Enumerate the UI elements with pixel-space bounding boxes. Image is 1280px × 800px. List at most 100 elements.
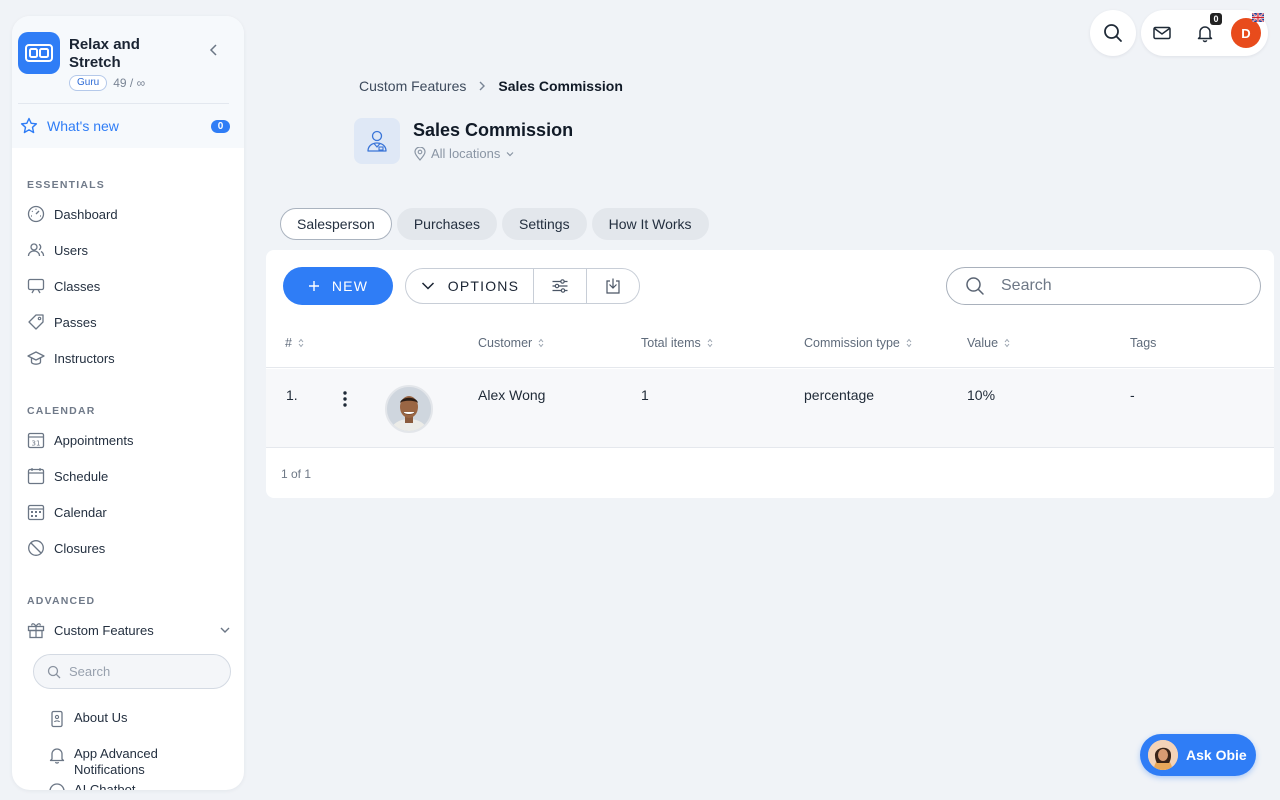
sliders-icon xyxy=(551,277,569,295)
table-row[interactable]: 1. Alex Wong 1 percentage 10% - xyxy=(266,369,1274,448)
sort-icon xyxy=(906,338,912,348)
new-button[interactable]: NEW xyxy=(283,267,393,305)
nav-item-appointments[interactable]: 31 Appointments xyxy=(26,429,232,451)
sub-item-about-us[interactable]: About Us xyxy=(48,710,218,728)
brand-count: 49 / ∞ xyxy=(113,76,146,90)
column-label: Value xyxy=(967,336,999,350)
nav-label: Classes xyxy=(54,278,101,294)
sidebar: Relax and Stretch Guru 49 / ∞ What's new… xyxy=(12,16,244,790)
nav-item-calendar[interactable]: Calendar xyxy=(26,501,232,523)
sort-icon xyxy=(707,338,713,348)
mail-icon[interactable] xyxy=(1152,23,1172,43)
notifications-bell-icon[interactable] xyxy=(1195,23,1215,43)
nav-item-classes[interactable]: Classes xyxy=(26,275,232,297)
nav-item-dashboard[interactable]: Dashboard xyxy=(26,203,232,225)
tab-salesperson[interactable]: Salesperson xyxy=(280,208,392,240)
sub-item-app-advanced-notifications[interactable]: App Advanced Notifications xyxy=(48,746,218,778)
monitor-icon xyxy=(26,276,46,296)
star-icon xyxy=(20,117,38,135)
ask-obie-button[interactable]: Ask Obie xyxy=(1140,734,1256,776)
notifications-count-badge: 0 xyxy=(1210,13,1222,25)
download-icon xyxy=(604,277,622,295)
sort-icon xyxy=(298,338,304,348)
new-button-label: NEW xyxy=(331,278,369,294)
column-header-tags: Tags xyxy=(1130,336,1156,350)
nav-item-custom-features[interactable]: Custom Features xyxy=(26,619,232,641)
salesperson-icon xyxy=(354,118,400,164)
topbar-actions: 0 D xyxy=(1141,10,1268,56)
phone-icon xyxy=(48,710,66,728)
column-label: Tags xyxy=(1130,336,1157,350)
whats-new-count: 0 xyxy=(211,119,230,133)
options-label: OPTIONS xyxy=(447,278,520,294)
column-label: Customer xyxy=(478,336,533,350)
whats-new-link[interactable]: What's new 0 xyxy=(20,116,230,136)
nav-label: Users xyxy=(54,242,88,258)
calendar-grid-icon xyxy=(26,502,46,522)
nav-label: Appointments xyxy=(54,432,134,448)
whats-new-label: What's new xyxy=(47,118,119,134)
tag-icon xyxy=(26,312,46,332)
bell-icon xyxy=(48,746,66,764)
nav-label: Custom Features xyxy=(54,622,154,638)
filter-button[interactable] xyxy=(534,269,587,303)
column-header-total-items[interactable]: Total items xyxy=(641,336,713,350)
nav-item-closures[interactable]: Closures xyxy=(26,537,232,559)
calendar-31-icon: 31 xyxy=(26,430,46,450)
global-search-button[interactable] xyxy=(1090,10,1136,56)
customer-avatar xyxy=(385,385,433,433)
table-search-input[interactable] xyxy=(1001,277,1241,295)
column-header-value[interactable]: Value xyxy=(967,336,1010,350)
nav-item-schedule[interactable]: Schedule xyxy=(26,465,232,487)
collapse-sidebar-icon[interactable] xyxy=(206,42,222,58)
chat-icon xyxy=(48,782,66,790)
tab-how-it-works[interactable]: How It Works xyxy=(591,208,709,240)
users-icon xyxy=(26,240,46,260)
sidebar-search[interactable] xyxy=(33,654,231,689)
row-commission-type: percentage xyxy=(804,387,875,403)
sidebar-search-input[interactable] xyxy=(69,664,209,679)
toolbar-button-group: OPTIONS xyxy=(405,268,640,304)
sort-icon xyxy=(538,338,544,348)
user-avatar[interactable]: D xyxy=(1231,18,1261,48)
column-label: Commission type xyxy=(804,336,900,350)
column-header-commission-type[interactable]: Commission type xyxy=(804,336,912,350)
brand-meta: Guru 49 / ∞ xyxy=(69,75,145,91)
row-index: 1. xyxy=(286,387,298,403)
search-icon xyxy=(47,665,61,679)
plan-badge: Guru xyxy=(69,75,108,91)
location-selector[interactable]: All locations xyxy=(414,146,515,161)
brand-logo-icon[interactable] xyxy=(18,32,60,74)
nav-item-passes[interactable]: Passes xyxy=(26,311,232,333)
page-title: Sales Commission xyxy=(413,120,574,140)
table-search[interactable] xyxy=(946,267,1261,305)
tab-purchases[interactable]: Purchases xyxy=(396,208,497,240)
export-button[interactable] xyxy=(586,269,639,303)
nav-label: Passes xyxy=(54,314,97,330)
search-icon xyxy=(1103,23,1123,43)
tab-bar: Salesperson Purchases Settings How It Wo… xyxy=(280,208,709,240)
breadcrumb-custom-features[interactable]: Custom Features xyxy=(359,78,466,94)
nav-item-instructors[interactable]: Instructors xyxy=(26,347,232,369)
column-header-index[interactable]: # xyxy=(285,336,304,350)
nav-item-users[interactable]: Users xyxy=(26,239,232,261)
uk-flag-icon[interactable] xyxy=(1252,13,1264,22)
row-customer[interactable]: Alex Wong xyxy=(478,387,545,403)
calendar-icon xyxy=(26,466,46,486)
nav-label: Instructors xyxy=(54,350,115,366)
chevron-down-icon[interactable] xyxy=(218,623,232,637)
more-vertical-icon[interactable] xyxy=(343,390,347,408)
brand-name: Relax and Stretch xyxy=(69,36,140,71)
options-button[interactable]: OPTIONS xyxy=(406,269,534,303)
tab-settings[interactable]: Settings xyxy=(501,208,587,240)
divider xyxy=(18,103,229,104)
sub-item-ai-chatbot[interactable]: AI Chatbot xyxy=(48,782,218,790)
map-pin-icon xyxy=(414,146,426,161)
chevron-right-icon xyxy=(476,80,488,92)
column-header-customer[interactable]: Customer xyxy=(478,336,544,350)
nav-label: Calendar xyxy=(54,504,107,520)
salesperson-panel: NEW OPTIONS # Customer Total items xyxy=(266,250,1274,498)
breadcrumb-current: Sales Commission xyxy=(498,78,623,94)
sort-icon xyxy=(1004,338,1010,348)
gift-icon xyxy=(26,620,46,640)
